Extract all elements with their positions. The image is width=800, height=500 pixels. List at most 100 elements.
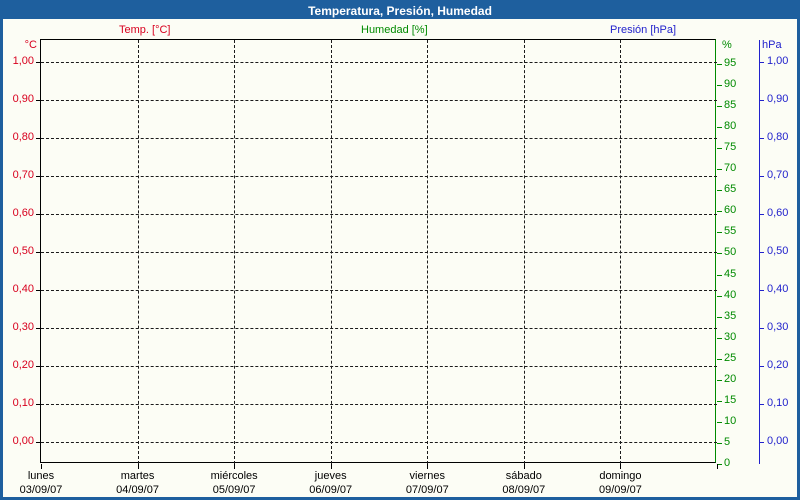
humidity-axis-tick [717, 85, 722, 87]
humidity-axis-tick-label: 35 [724, 309, 737, 322]
humidity-axis-tick [717, 274, 722, 276]
day-axis-tick [717, 464, 718, 469]
day-name-label: viernes [409, 470, 446, 482]
pressure-axis-tick-label: 0,80 [767, 131, 789, 143]
humidity-axis-tick-label: 65 [724, 183, 737, 196]
humidity-axis-tick [717, 211, 722, 213]
gridline-horizontal [41, 442, 717, 443]
humidity-axis-tick [717, 400, 722, 402]
humidity-axis-tick-label: 25 [724, 351, 737, 364]
temperature-axis-tick [36, 214, 41, 215]
pressure-axis-tick [759, 366, 764, 367]
humidity-axis-tick [717, 295, 722, 297]
day-name-label: sábado [505, 470, 542, 482]
humidity-axis-tick-label: 0 [724, 457, 731, 469]
legend-humidity-label: Humedad [%] [361, 24, 428, 36]
gridline-vertical [427, 40, 429, 464]
pressure-axis-tick-label: 0,20 [767, 359, 789, 371]
day-name-label: miércoles [210, 470, 258, 482]
pressure-axis-tick-label: 0,40 [767, 283, 789, 295]
humidity-axis-tick [717, 337, 722, 339]
temperature-axis-tick-label: 0,60 [12, 207, 34, 219]
pressure-axis-tick-label: 0,00 [767, 435, 789, 447]
pressure-axis-tick-label: 0,10 [767, 397, 789, 409]
day-date-label: 05/09/07 [212, 484, 256, 496]
temperature-axis-tick [36, 138, 41, 139]
legend-pressure-label: Presión [hPa] [610, 24, 677, 36]
temperature-axis-tick [36, 252, 41, 253]
pressure-axis-tick [759, 252, 764, 253]
pressure-axis-unit: hPa [762, 39, 782, 51]
humidity-axis-tick-label: 80 [724, 120, 737, 133]
temperature-axis-tick-label: 0,40 [12, 283, 34, 295]
gridline-horizontal [41, 176, 717, 177]
humidity-axis-tick [717, 64, 722, 65]
day-date-label: 09/09/07 [599, 484, 642, 496]
temperature-axis-tick-label: 1,00 [12, 55, 34, 67]
gridline-vertical [234, 40, 236, 464]
day-name-label: lunes [27, 470, 55, 482]
day-date-label: 06/09/07 [309, 484, 353, 496]
pressure-axis-tick [759, 442, 764, 443]
humidity-axis-tick-label: 55 [724, 225, 737, 238]
day-axis-tick [523, 464, 525, 469]
gridline-vertical [137, 40, 139, 464]
gridline-horizontal [41, 366, 717, 367]
gridline-vertical [523, 40, 525, 464]
temperature-axis-tick-label: 0,80 [12, 131, 34, 143]
pressure-axis-tick-label: 0,90 [767, 93, 789, 105]
humidity-axis-tick-label: 50 [724, 246, 737, 259]
pressure-axis-tick [759, 138, 764, 139]
pressure-axis-tick-label: 0,50 [767, 245, 789, 257]
temperature-axis-tick-label: 0,90 [12, 93, 34, 105]
temperature-axis-tick [36, 290, 41, 291]
day-date-label: 07/09/07 [405, 484, 449, 496]
pressure-axis-tick-label: 0,60 [767, 207, 789, 219]
day-axis-tick [427, 464, 429, 469]
gridline-horizontal [41, 138, 717, 139]
day-date-label: 04/09/07 [116, 484, 159, 496]
pressure-axis-tick-label: 1,00 [767, 55, 789, 67]
day-axis-tick [234, 464, 236, 469]
humidity-axis-tick [717, 232, 722, 234]
gridline-vertical [620, 40, 622, 464]
humidity-axis-tick-label: 15 [724, 393, 737, 406]
day-name-label: martes [120, 470, 155, 482]
window-titlebar: Temperatura, Presión, Humedad [3, 3, 797, 19]
humidity-axis-tick-label: 75 [724, 141, 737, 154]
pressure-axis-tick [759, 100, 764, 101]
humidity-axis-tick-label: 85 [724, 99, 737, 112]
chart-panel: Temp. [°C] Humedad [%] Presión [hPa] °C … [3, 19, 797, 497]
weather-chart-window: Temperatura, Presión, Humedad Temp. [°C]… [0, 0, 800, 500]
pressure-axis-tick [759, 176, 764, 177]
temperature-axis-tick-label: 0,20 [12, 359, 34, 371]
day-axis-tick [620, 464, 622, 469]
humidity-axis-tick-label: 95 [724, 57, 737, 69]
gridline-horizontal [41, 404, 717, 405]
humidity-axis-tick-label: 60 [724, 204, 737, 217]
temperature-axis-tick [36, 404, 41, 405]
gridline-horizontal [41, 252, 717, 253]
day-name-label: jueves [314, 470, 347, 482]
plot-area: 1,00 1,00 0,90 0,90 0,80 0,80 0,70 0,70 0,60 0,60… [13, 39, 788, 496]
day-name-label: domingo [599, 470, 642, 482]
humidity-axis-tick-label: 45 [724, 267, 737, 280]
humidity-axis-tick-label: 40 [724, 288, 737, 301]
humidity-axis-tick-label: 20 [724, 372, 737, 385]
temperature-axis-tick-label: 0,30 [12, 321, 34, 333]
humidity-axis-tick [717, 127, 722, 129]
day-date-label: 03/09/07 [19, 484, 63, 496]
pressure-axis-tick [759, 328, 764, 329]
pressure-axis-tick-label: 0,30 [767, 321, 789, 333]
humidity-axis-tick-label: 70 [724, 162, 737, 175]
legend-temperature-label: Temp. [°C] [119, 24, 171, 36]
pressure-axis-tick-label: 0,70 [767, 169, 789, 181]
temperature-axis-tick [36, 176, 41, 177]
gridline-horizontal [41, 290, 717, 291]
humidity-axis-tick [717, 106, 722, 108]
pressure-axis-tick [759, 214, 764, 215]
humidity-axis-tick [717, 421, 722, 423]
day-axis-tick [330, 464, 332, 469]
humidity-axis-tick-label: 10 [724, 414, 737, 427]
humidity-axis-tick-label: 30 [724, 330, 737, 343]
